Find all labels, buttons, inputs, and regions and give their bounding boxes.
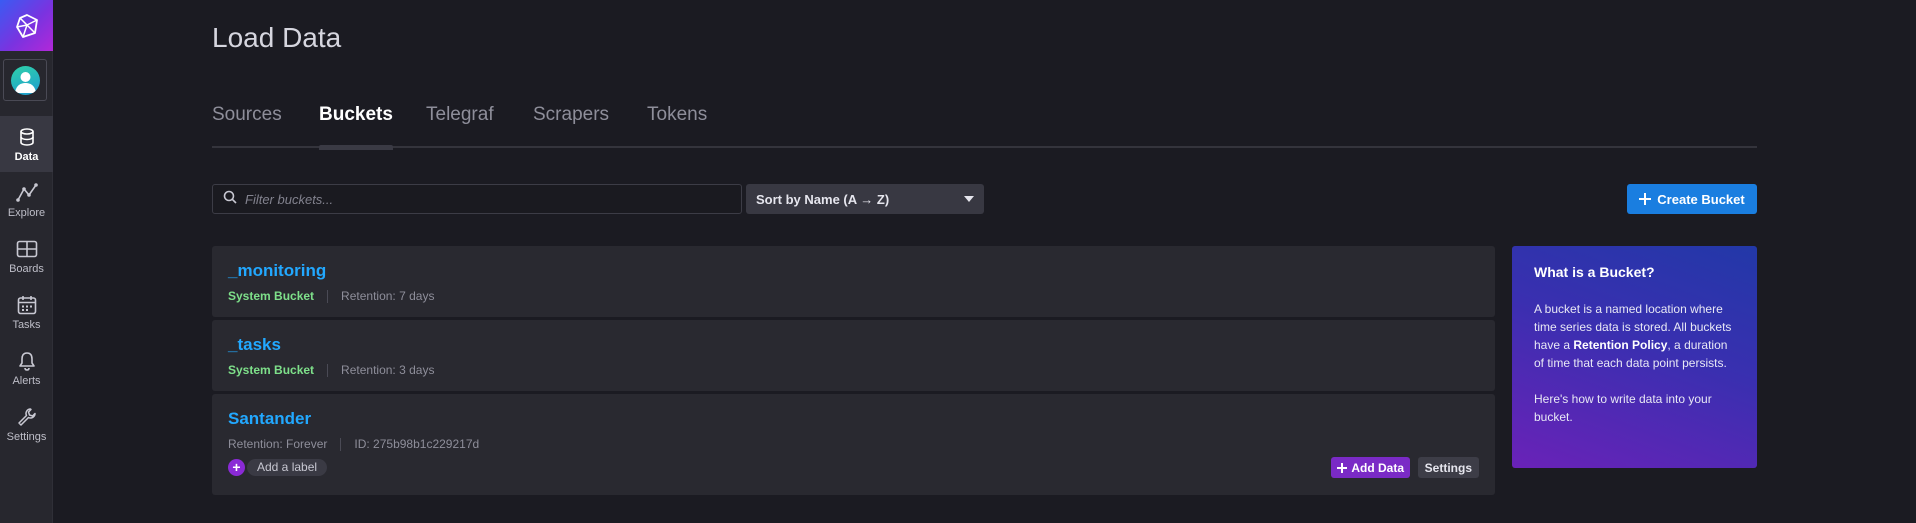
nav-item-data[interactable]: Data (0, 116, 53, 172)
bucket-name-link[interactable]: _tasks (228, 335, 281, 355)
bucket-id-text: ID: 275b98b1c229217d (354, 437, 480, 451)
info-paragraph: Here's how to write data into your bucke… (1534, 390, 1735, 426)
nav-label: Settings (6, 431, 47, 443)
nav-item-settings[interactable]: Settings (0, 396, 53, 452)
calendar-icon (16, 294, 38, 316)
sort-dropdown-label: Sort by Name (A → Z) (756, 191, 890, 207)
dashboards-icon (16, 238, 38, 260)
tab-tokens[interactable]: Tokens (647, 104, 707, 148)
bell-icon (16, 350, 38, 372)
influxdb-logo-icon[interactable] (0, 0, 53, 51)
bucket-name-link[interactable]: Santander (228, 409, 311, 429)
bucket-settings-button[interactable]: Settings (1417, 457, 1479, 478)
bucket-card-monitoring: _monitoring System Bucket Retention: 7 d… (212, 246, 1495, 317)
bucket-card-tasks: _tasks System Bucket Retention: 3 days (212, 320, 1495, 391)
info-paragraph: A bucket is a named location where time … (1534, 300, 1735, 372)
bucket-meta: System Bucket Retention: 7 days (228, 289, 434, 303)
nav-label: Boards (9, 263, 44, 275)
bucket-meta: System Bucket Retention: 3 days (228, 363, 434, 377)
plus-icon (1639, 193, 1652, 205)
sort-dropdown[interactable]: Sort by Name (A → Z) (746, 184, 984, 214)
nav-label: Alerts (12, 375, 41, 387)
nav-label: Explore (7, 207, 46, 219)
tab-telegraf[interactable]: Telegraf (426, 104, 494, 148)
caret-down-icon (964, 196, 974, 202)
add-label-plus-icon[interactable]: + (228, 459, 245, 476)
tab-sources[interactable]: Sources (212, 104, 282, 148)
nav-label: Data (14, 151, 39, 163)
nav-item-boards[interactable]: Boards (0, 228, 53, 284)
bucket-name-link[interactable]: _monitoring (228, 261, 326, 281)
system-bucket-badge: System Bucket (228, 363, 315, 377)
bucket-info-panel: What is a Bucket? A bucket is a named lo… (1512, 246, 1757, 468)
nav-item-alerts[interactable]: Alerts (0, 340, 53, 396)
meta-divider (327, 363, 329, 377)
meta-divider (327, 289, 329, 303)
write-data-link[interactable]: how to write data (1572, 392, 1663, 406)
add-label-pill[interactable]: Add a label (247, 459, 328, 476)
page-title: Load Data (212, 22, 342, 53)
avatar (10, 65, 40, 95)
database-icon (16, 126, 38, 148)
retention-policy-text: Retention Policy (1573, 338, 1668, 352)
tab-buckets[interactable]: Buckets (319, 104, 393, 150)
filter-buckets-field[interactable] (212, 184, 742, 214)
system-bucket-badge: System Bucket (228, 289, 315, 303)
add-label-control[interactable]: + Add a label (228, 459, 328, 476)
meta-divider (340, 437, 342, 451)
explore-graph-icon (15, 182, 38, 204)
retention-text: Retention: 3 days (341, 363, 435, 377)
search-icon (223, 190, 237, 209)
user-avatar-button[interactable] (3, 59, 47, 101)
filter-buckets-input[interactable] (245, 191, 725, 207)
plus-icon (1337, 462, 1348, 473)
add-data-button[interactable]: Add Data (1331, 457, 1410, 478)
nav-item-tasks[interactable]: Tasks (0, 284, 53, 340)
bucket-card-santander: Santander Retention: Forever ID: 275b98b… (212, 394, 1495, 495)
tab-bar: Sources Buckets Telegraf Scrapers Tokens (212, 104, 1757, 150)
create-bucket-label: Create Bucket (1657, 191, 1745, 207)
add-data-label: Add Data (1351, 460, 1404, 475)
nav-label: Tasks (12, 319, 41, 331)
retention-text: Retention: Forever (228, 437, 328, 451)
create-bucket-button[interactable]: Create Bucket (1627, 184, 1757, 214)
wrench-icon (16, 406, 38, 428)
info-text: Here's (1534, 392, 1572, 406)
bucket-meta: Retention: Forever ID: 275b98b1c229217d (228, 437, 479, 451)
info-title: What is a Bucket? (1534, 264, 1655, 280)
tab-scrapers[interactable]: Scrapers (533, 104, 609, 148)
nav-item-explore[interactable]: Explore (0, 172, 53, 228)
retention-text: Retention: 7 days (341, 289, 435, 303)
left-nav: Data Explore Boards Tasks Alerts Setting… (0, 0, 53, 523)
